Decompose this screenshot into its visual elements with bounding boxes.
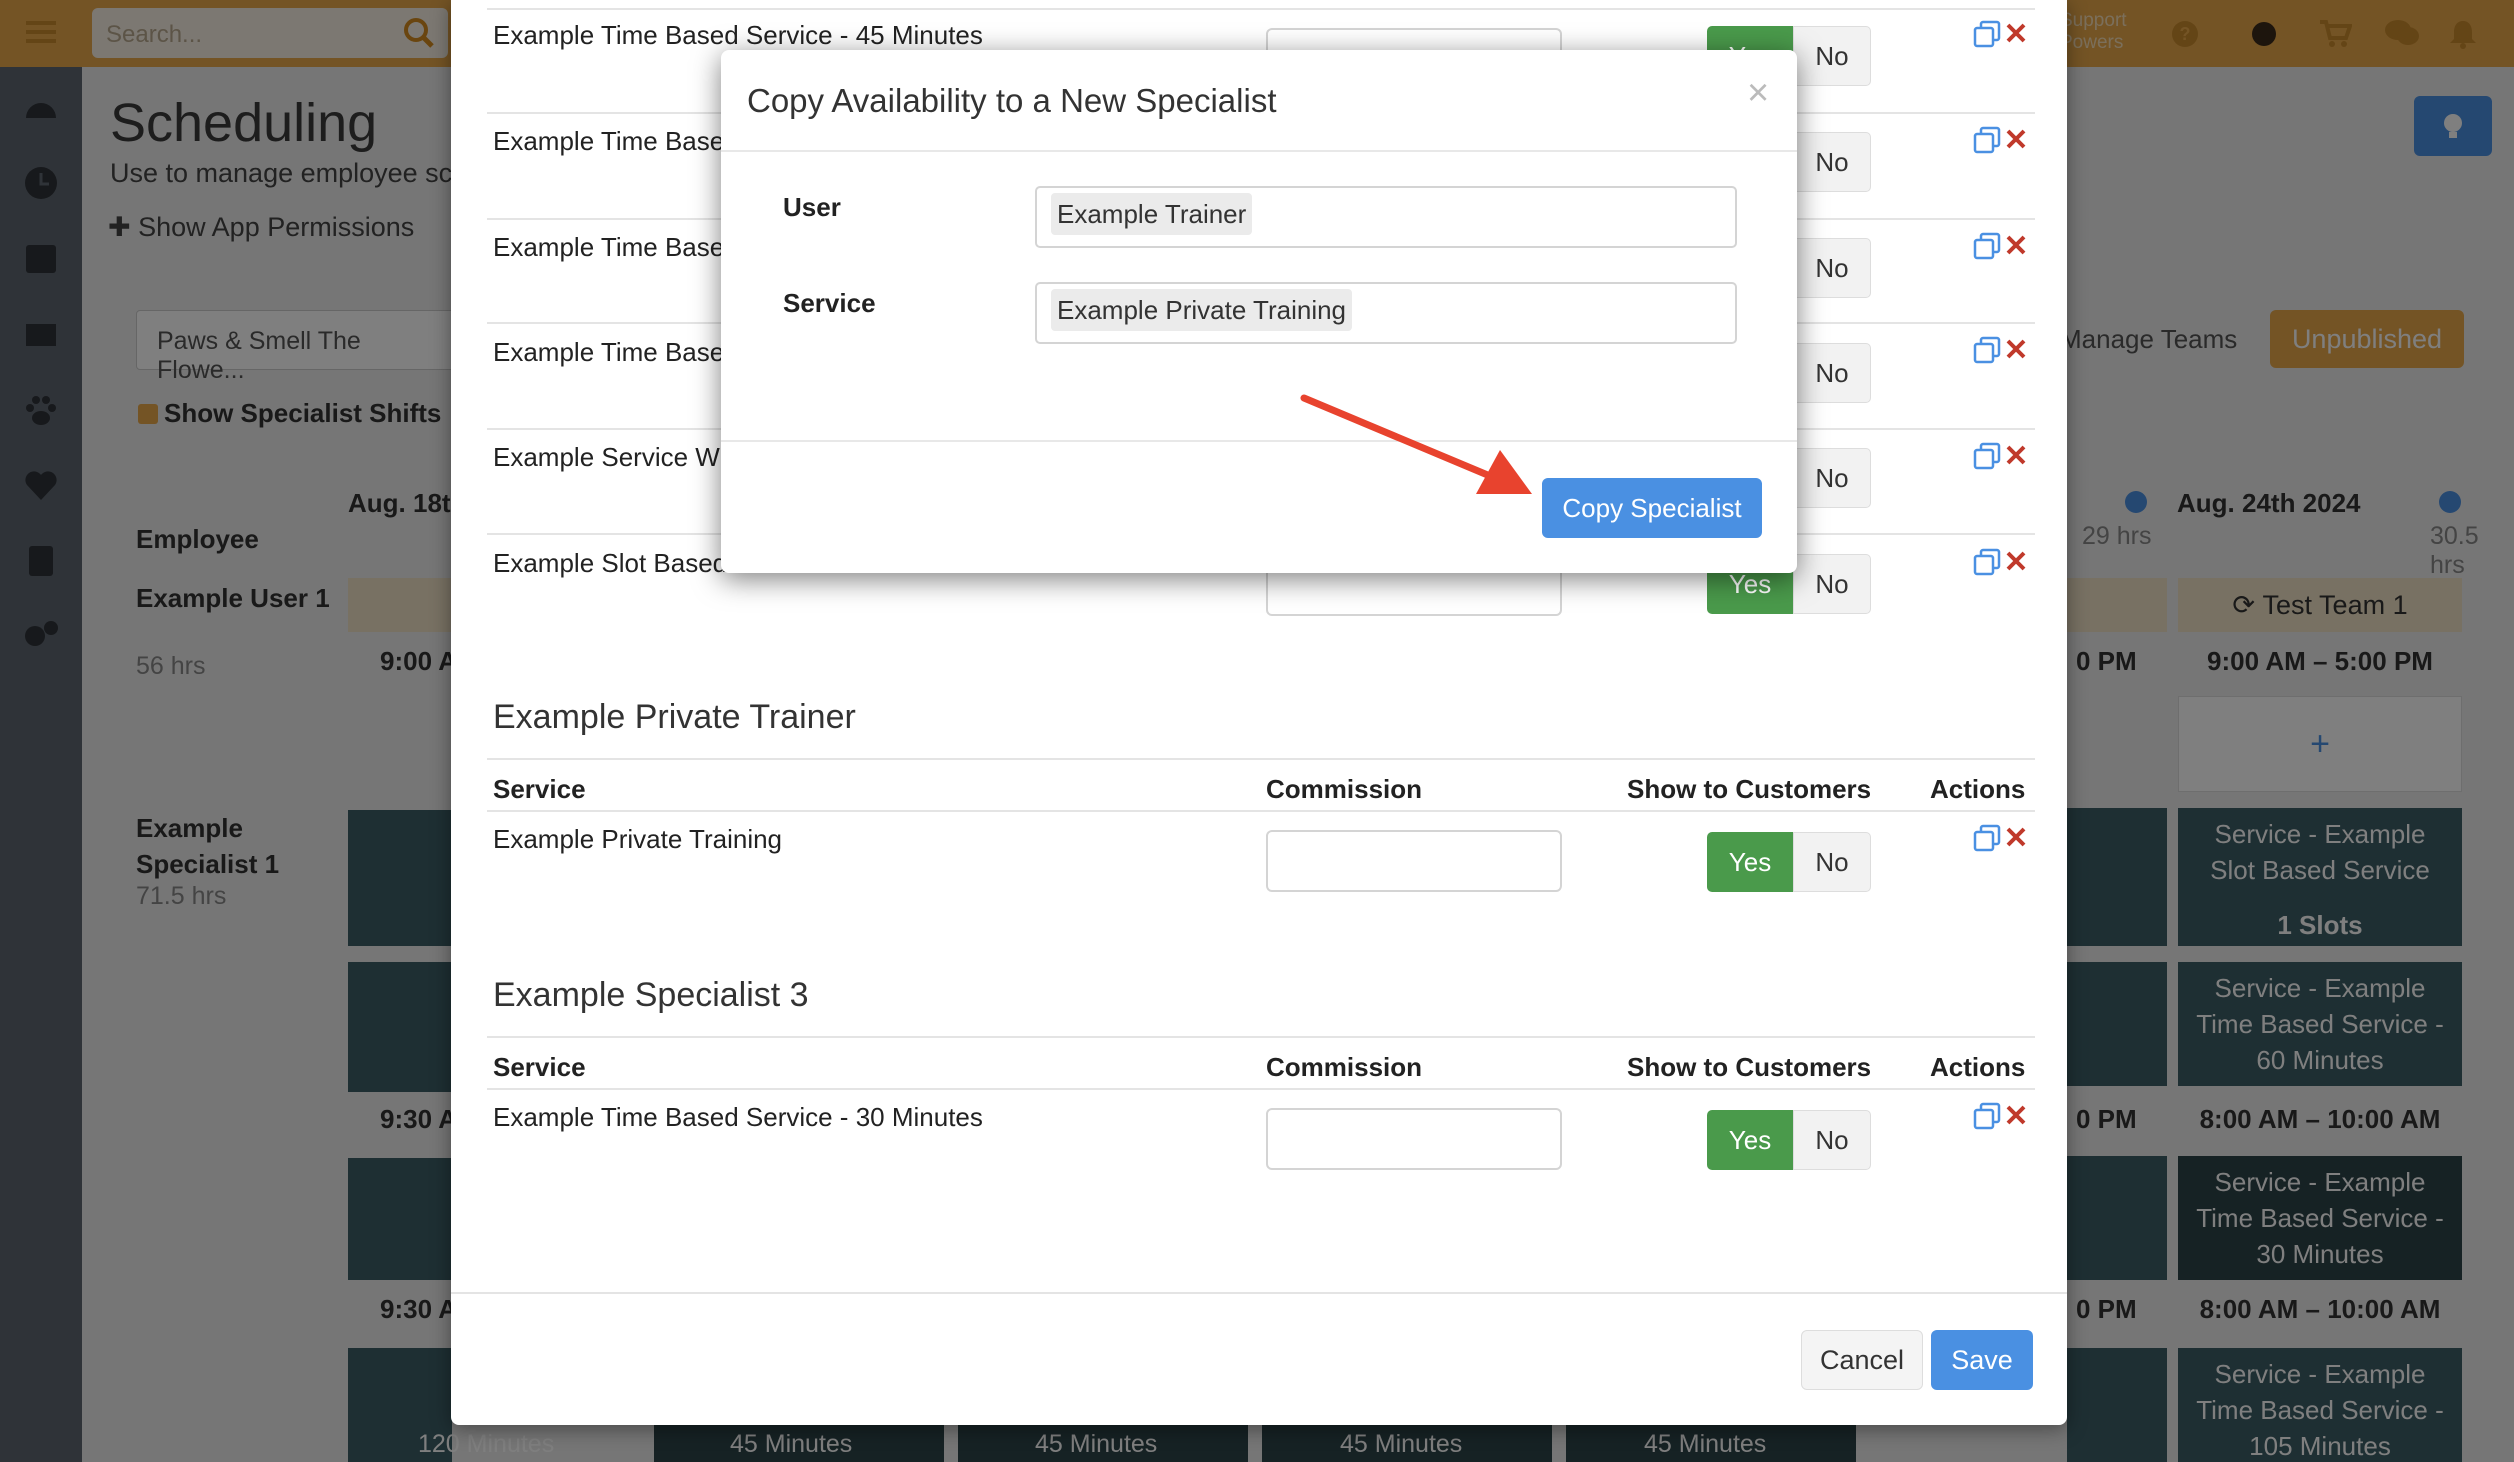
section-title: Example Specialist 3 xyxy=(493,976,809,1014)
yes-toggle[interactable]: Yes xyxy=(1707,1110,1793,1170)
user-label: User xyxy=(783,192,841,222)
no-toggle[interactable]: No xyxy=(1793,554,1871,614)
save-button[interactable]: Save xyxy=(1931,1330,2033,1390)
service-label: Service xyxy=(783,288,876,318)
user-select[interactable]: Example Trainer xyxy=(1035,186,1737,248)
divider xyxy=(721,150,1797,152)
copy-icon[interactable] xyxy=(1973,336,2001,364)
no-toggle[interactable]: No xyxy=(1793,26,1871,86)
section-title: Example Private Trainer xyxy=(493,698,856,736)
column-header: Show to Customers xyxy=(1627,774,1872,804)
delete-icon[interactable] xyxy=(2005,550,2027,572)
service-name: Example Private Training xyxy=(493,824,783,854)
delete-icon[interactable] xyxy=(2005,1104,2027,1126)
no-toggle[interactable]: No xyxy=(1793,1110,1871,1170)
service-name: Example Slot Based xyxy=(493,548,728,578)
service-name: Example Time Based Service - 30 Minutes xyxy=(493,1102,983,1132)
no-toggle[interactable]: No xyxy=(1793,343,1871,403)
annotation-arrow-icon xyxy=(1300,390,1540,510)
service-name: Example Time Base xyxy=(493,232,725,262)
service-name: Example Time Base xyxy=(493,337,725,367)
copy-icon[interactable] xyxy=(1973,442,2001,470)
divider xyxy=(451,1292,2067,1294)
delete-icon[interactable] xyxy=(2005,444,2027,466)
divider xyxy=(487,758,2035,760)
column-header: Actions xyxy=(1930,1052,2026,1082)
commission-input[interactable] xyxy=(1266,1108,1562,1170)
copy-icon[interactable] xyxy=(1973,548,2001,576)
copy-icon[interactable] xyxy=(1973,1102,2001,1130)
column-header: Service xyxy=(493,1052,586,1082)
divider xyxy=(487,1088,2035,1090)
divider xyxy=(487,1036,2035,1038)
divider xyxy=(487,8,2035,10)
copy-icon[interactable] xyxy=(1973,20,2001,48)
column-header: Service xyxy=(493,774,586,804)
no-toggle[interactable]: No xyxy=(1793,238,1871,298)
yes-toggle[interactable]: Yes xyxy=(1707,832,1793,892)
copy-icon[interactable] xyxy=(1973,232,2001,260)
cancel-button[interactable]: Cancel xyxy=(1801,1330,1923,1390)
service-name: Example Time Base xyxy=(493,126,725,156)
copy-icon[interactable] xyxy=(1973,126,2001,154)
no-toggle[interactable]: No xyxy=(1793,132,1871,192)
service-select[interactable]: Example Private Training xyxy=(1035,282,1737,344)
commission-input[interactable] xyxy=(1266,830,1562,892)
no-toggle[interactable]: No xyxy=(1793,448,1871,508)
column-header: Show to Customers xyxy=(1627,1052,1872,1082)
delete-icon[interactable] xyxy=(2005,128,2027,150)
user-tag: Example Trainer xyxy=(1051,193,1253,235)
delete-icon[interactable] xyxy=(2005,22,2027,44)
column-header: Commission xyxy=(1266,774,1423,804)
column-header: Commission xyxy=(1266,1052,1423,1082)
copy-specialist-button[interactable]: Copy Specialist xyxy=(1542,478,1762,538)
divider xyxy=(721,440,1797,442)
column-header: Actions xyxy=(1930,774,2026,804)
delete-icon[interactable] xyxy=(2005,338,2027,360)
copy-availability-modal: Copy Availability to a New Specialist × … xyxy=(721,50,1797,573)
service-name: Example Service Wi xyxy=(493,442,726,472)
close-icon[interactable]: × xyxy=(1747,72,1769,115)
service-tag: Example Private Training xyxy=(1051,289,1353,331)
delete-icon[interactable] xyxy=(2005,826,2027,848)
no-toggle[interactable]: No xyxy=(1793,832,1871,892)
divider xyxy=(487,810,2035,812)
modal-title: Copy Availability to a New Specialist xyxy=(747,82,1277,119)
delete-icon[interactable] xyxy=(2005,234,2027,256)
copy-icon[interactable] xyxy=(1973,824,2001,852)
service-name: Example Time Based Service - 45 Minutes xyxy=(493,20,983,50)
